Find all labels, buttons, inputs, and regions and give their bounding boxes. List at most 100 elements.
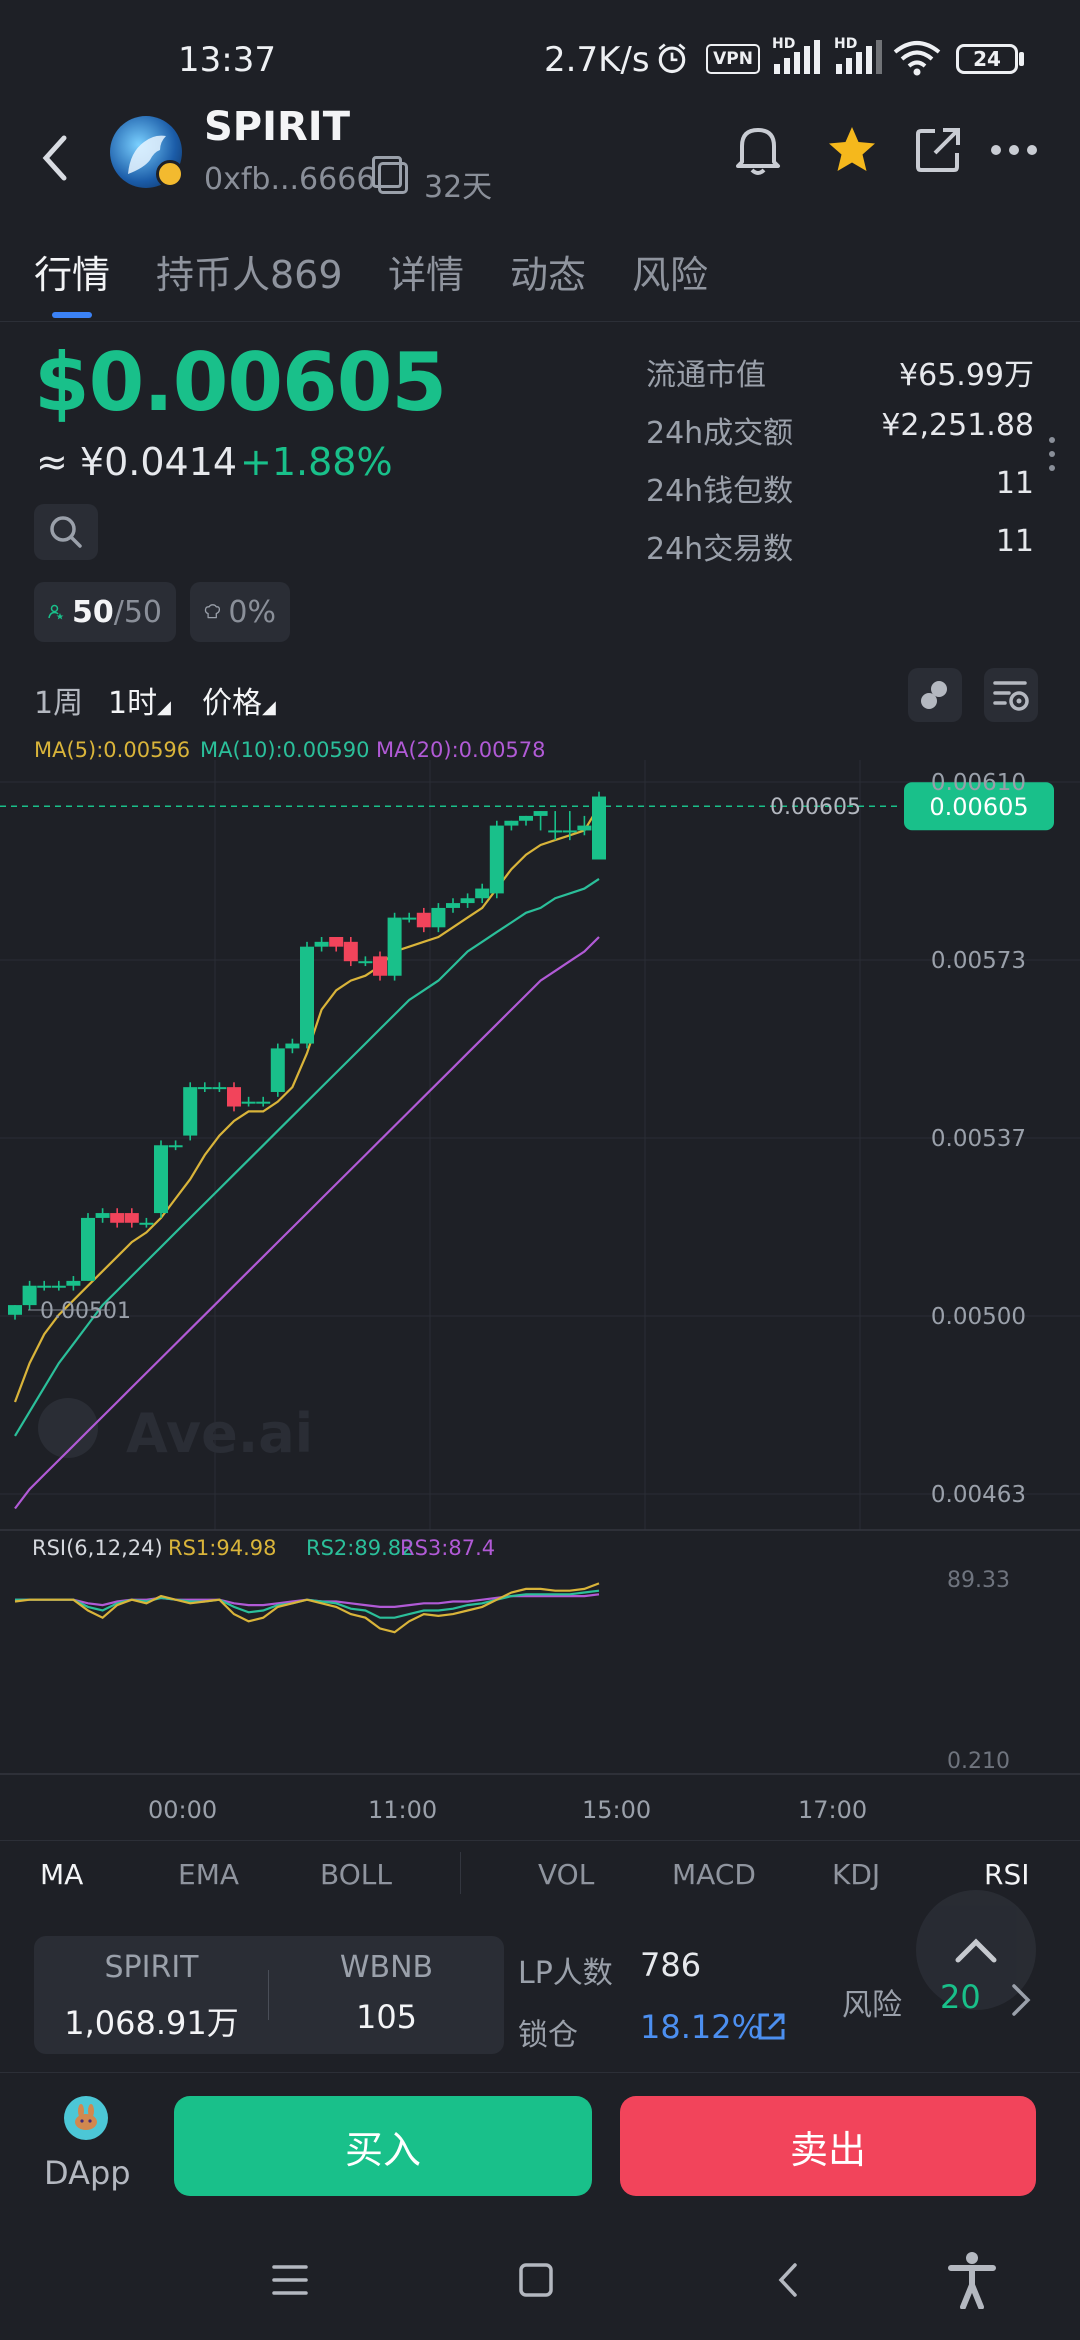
chart-tool-button[interactable] xyxy=(908,668,962,722)
indicator-kdj[interactable]: KDJ xyxy=(832,1858,880,1891)
price-mode-dropdown[interactable]: 价格◢ xyxy=(202,678,276,722)
rsi-axis-label: 89.33 xyxy=(947,1568,1010,1593)
share-button[interactable] xyxy=(908,120,968,180)
tab-risk[interactable]: 风险 xyxy=(632,244,708,299)
timeframe-1h[interactable]: 1时◢ xyxy=(108,678,171,722)
user-star-icon xyxy=(48,604,64,620)
chart-settings-icon xyxy=(993,681,1029,711)
buy-button[interactable]: 买入 xyxy=(174,2096,592,2196)
candle xyxy=(416,912,431,928)
candle xyxy=(110,1213,125,1223)
tab-holders[interactable]: 持币人869 xyxy=(156,244,343,299)
bubbles-icon xyxy=(921,681,947,709)
stat-market-cap-value: ¥65.99万 xyxy=(899,358,1034,393)
battery-tip xyxy=(1019,52,1024,66)
side-more-icon[interactable] xyxy=(1048,436,1056,472)
chart-grid xyxy=(0,760,1080,1775)
candle xyxy=(562,830,577,833)
indicator-macd[interactable]: MACD xyxy=(672,1858,756,1891)
tab-market[interactable]: 行情 xyxy=(34,244,110,299)
menu-icon xyxy=(272,2265,308,2295)
indicator-rsi[interactable]: RSI xyxy=(984,1858,1030,1891)
chevron-left-icon xyxy=(42,135,67,181)
tab-details[interactable]: 详情 xyxy=(388,244,464,299)
main-tabs: 行情 持币人869 详情 动态 风险 xyxy=(0,232,1080,322)
indicator-ema[interactable]: EMA xyxy=(178,1858,239,1891)
liquidity-pool-card: SPIRIT 1,068.91万 WBNB 105 xyxy=(34,1936,504,2054)
chain-badge-icon xyxy=(156,160,184,188)
favorite-button[interactable] xyxy=(822,120,882,180)
stat-wallets-value: 11 xyxy=(995,466,1034,501)
chevron-up-icon xyxy=(955,1938,997,1963)
candle xyxy=(548,830,563,833)
indicator-ma[interactable]: MA xyxy=(40,1858,83,1891)
candle xyxy=(227,1087,241,1107)
y-axis-label: 0.00500 xyxy=(931,1304,1026,1330)
sell-button[interactable]: 卖出 xyxy=(620,2096,1036,2196)
tab-activity[interactable]: 动态 xyxy=(510,244,586,299)
candle xyxy=(22,1285,37,1306)
holders-chip[interactable]: 50 /50 xyxy=(34,582,176,642)
indicator-vol[interactable]: VOL xyxy=(538,1858,594,1891)
rsi-rs3: RS3:87.4 xyxy=(400,1536,496,1560)
candle xyxy=(124,1213,139,1223)
bell-button[interactable] xyxy=(728,120,788,180)
rsi-panel: 89.33 0.210 xyxy=(14,1568,1010,1774)
price-chart[interactable]: Ave.ai 0.00605 0.006050.00501 0.006100.00… xyxy=(0,760,1080,1800)
candle xyxy=(387,917,402,976)
pool-token-a-amount: 1,068.91万 xyxy=(64,2004,239,2042)
price-cny: ≈ ¥0.0414 xyxy=(36,440,238,484)
x-tick: 00:00 xyxy=(148,1796,218,1824)
candle xyxy=(460,898,475,904)
candle xyxy=(285,1043,300,1049)
tax-chip[interactable]: 0% xyxy=(190,582,290,642)
candle xyxy=(256,1101,271,1104)
status-network-speed: 2.7K/s xyxy=(544,40,650,80)
y-axis-label: 0.00610 xyxy=(931,770,1026,796)
holders-total: /50 xyxy=(113,594,162,630)
stat-trades-value: 11 xyxy=(995,524,1034,559)
candle xyxy=(168,1145,183,1148)
candle xyxy=(475,888,490,899)
risk-label: 风险 xyxy=(842,1988,902,2023)
active-tab-indicator xyxy=(52,312,92,318)
candle xyxy=(95,1213,110,1218)
back-arrow-icon xyxy=(778,2263,797,2297)
dropdown-triangle-icon: ◢ xyxy=(262,697,276,718)
dapp-label[interactable]: DApp xyxy=(44,2154,131,2192)
divider xyxy=(0,1840,1080,1841)
dapp-icon[interactable] xyxy=(64,2096,108,2140)
home-nav-button[interactable] xyxy=(506,2250,566,2310)
chart-settings-button[interactable] xyxy=(984,668,1038,722)
current-price-line-label: 0.00605 xyxy=(770,795,861,820)
back-nav-button[interactable] xyxy=(758,2250,818,2310)
candle xyxy=(314,941,329,947)
search-button[interactable] xyxy=(34,504,98,560)
tax-value: 0% xyxy=(228,594,276,630)
rsi-rs1: RS1:94.98 xyxy=(168,1536,277,1560)
external-link-icon[interactable] xyxy=(756,2012,786,2042)
candle xyxy=(183,1087,198,1136)
current-price-label: 0.00605 xyxy=(929,793,1028,821)
more-button[interactable] xyxy=(984,120,1044,180)
candle xyxy=(241,1101,256,1104)
accessibility-button[interactable] xyxy=(942,2250,1002,2310)
copy-icon[interactable] xyxy=(372,156,408,194)
token-address[interactable]: 0xfb...6666 xyxy=(204,162,375,197)
back-button[interactable] xyxy=(36,128,76,202)
rsi1-line xyxy=(14,1582,600,1634)
menu-nav-button[interactable] xyxy=(260,2250,320,2310)
candle xyxy=(446,903,460,908)
more-dots-icon xyxy=(991,145,1037,155)
chevron-right-icon[interactable] xyxy=(1010,1982,1034,2018)
min-price-label: 0.00501 xyxy=(40,1299,131,1324)
price-mode-label: 价格 xyxy=(202,686,262,721)
timeframe-1w[interactable]: 1周 xyxy=(34,678,83,722)
pool-token-b-amount: 105 xyxy=(355,1998,418,2036)
indicator-boll[interactable]: BOLL xyxy=(320,1858,392,1891)
ma5-legend: MA(5):0.00596 xyxy=(34,738,191,762)
risk-score[interactable]: 20 xyxy=(940,1978,981,2016)
y-axis-label: 0.00573 xyxy=(931,948,1026,974)
lock-value[interactable]: 18.12% xyxy=(640,2008,762,2046)
y-axis: 0.00610 0.00573 0.00537 0.00500 0.00463 xyxy=(931,770,1026,1508)
